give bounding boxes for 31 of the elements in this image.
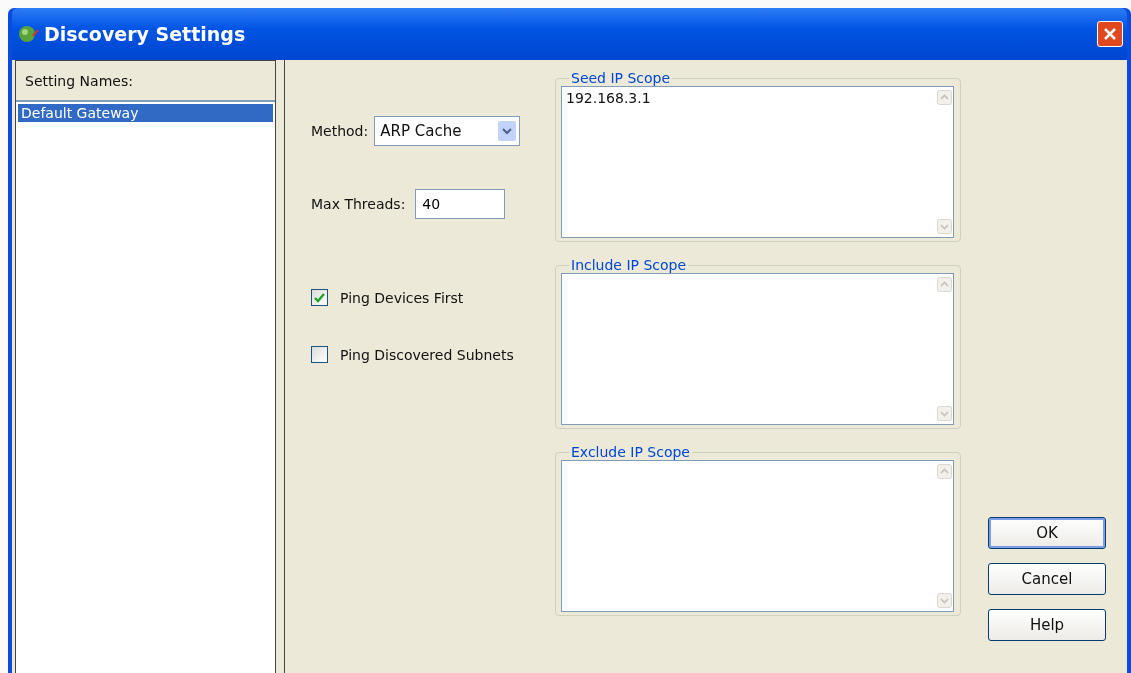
checkbox[interactable] xyxy=(311,346,328,363)
scroll-up-icon[interactable] xyxy=(937,90,952,105)
group-title: Include IP Scope xyxy=(570,257,688,273)
scroll-down-icon[interactable] xyxy=(937,593,952,608)
dialog-button[interactable]: Help xyxy=(988,609,1106,641)
max-threads-field[interactable]: 40 xyxy=(415,189,506,219)
app-icon xyxy=(18,24,40,44)
list-item[interactable]: Default Gateway xyxy=(18,104,273,122)
dialog-button[interactable]: Cancel xyxy=(988,563,1106,595)
checkbox-label: Ping Devices First xyxy=(340,289,464,306)
method-dropdown[interactable]: ARP Cache xyxy=(374,116,521,146)
method-label: Method: xyxy=(311,123,369,139)
scroll-up-icon[interactable] xyxy=(937,277,952,292)
scroll-down-icon[interactable] xyxy=(937,219,952,234)
scroll-up-icon[interactable] xyxy=(937,464,952,479)
list-label: Setting Names: xyxy=(24,72,134,91)
checkbox[interactable] xyxy=(311,289,328,306)
text-area[interactable]: 192.168.3.1 xyxy=(561,86,954,238)
window-title: Discovery Settings xyxy=(44,23,247,45)
scrollbar[interactable] xyxy=(936,274,953,424)
checkbox-label: Ping Discovered Subnets xyxy=(340,346,514,363)
scrollbar[interactable] xyxy=(936,461,953,611)
dialog-button[interactable]: OK xyxy=(988,517,1106,549)
close-button[interactable] xyxy=(1097,21,1123,47)
settings-list[interactable]: Default Gateway xyxy=(16,100,275,673)
scrollbar[interactable] xyxy=(936,87,953,237)
group-title: Seed IP Scope xyxy=(570,70,672,86)
max-threads-label: Max Threads: xyxy=(311,196,406,212)
scroll-down-icon[interactable] xyxy=(937,406,952,421)
group-title: Exclude IP Scope xyxy=(570,444,691,460)
close-icon xyxy=(1103,27,1117,41)
